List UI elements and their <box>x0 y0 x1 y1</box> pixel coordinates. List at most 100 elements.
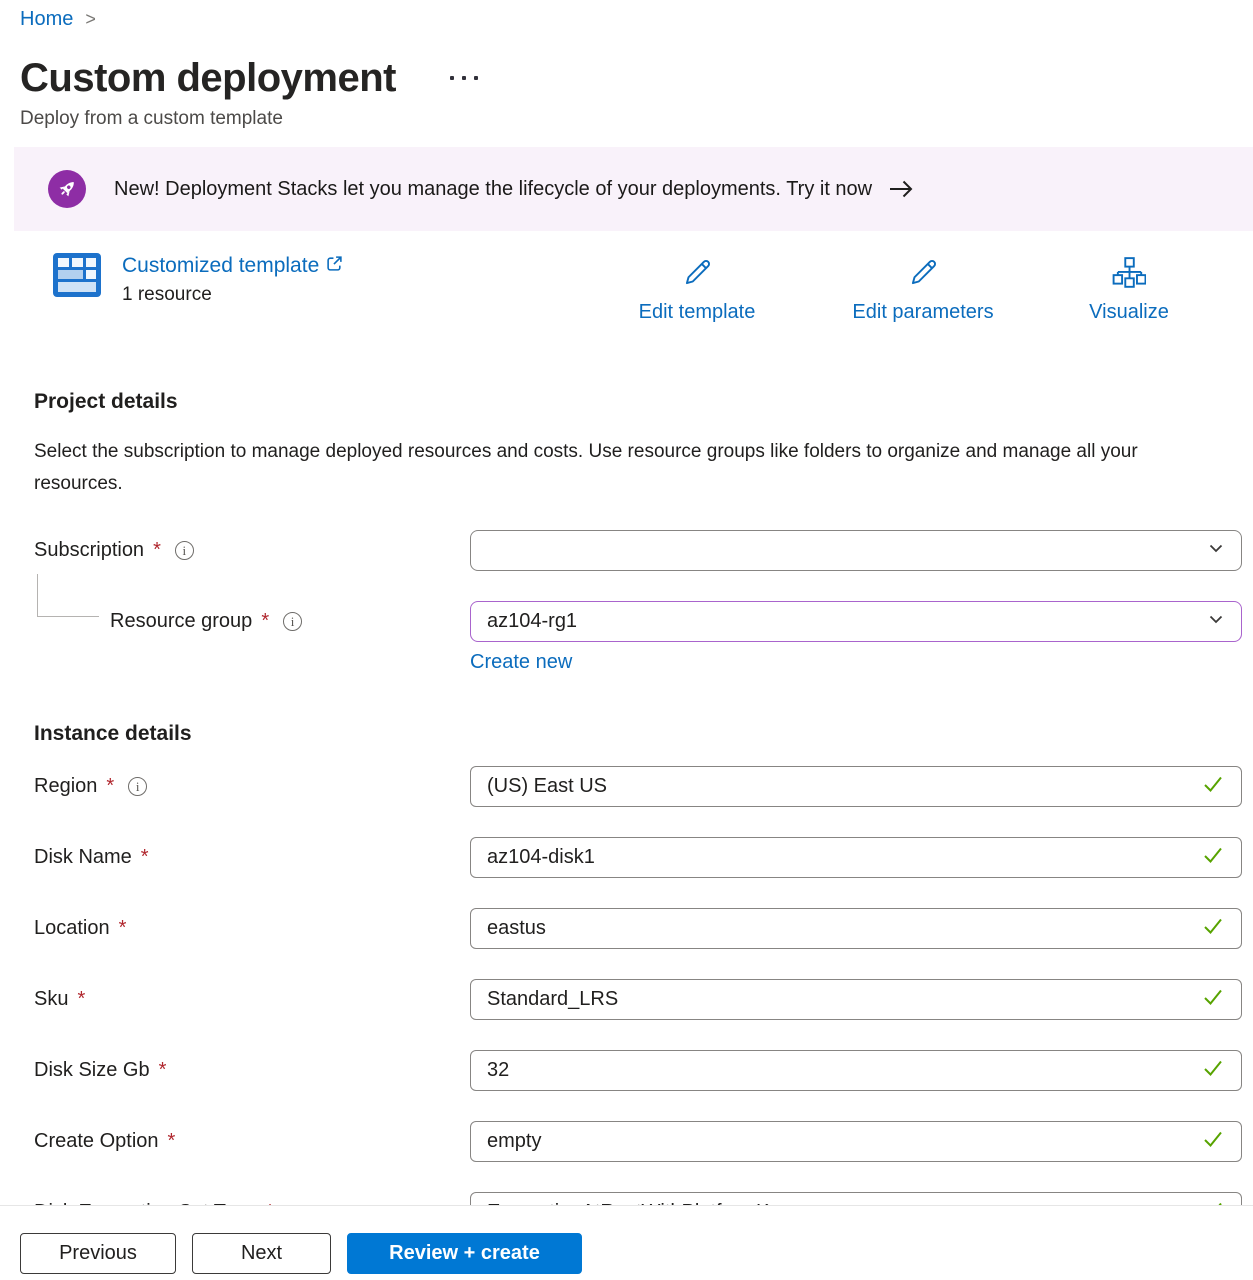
breadcrumb: Home > <box>20 8 1253 31</box>
arrow-right-icon <box>888 177 914 201</box>
create-option-input[interactable]: empty <box>470 1121 1242 1162</box>
instance-fields: Region * i (US) East US Disk Name * az104-disk… <box>34 766 1253 1205</box>
resource-group-label-cell: Resource group * i <box>34 610 470 633</box>
edit-parameters-button[interactable]: Edit parameters <box>833 256 1013 324</box>
visualize-button[interactable]: Visualize <box>1069 256 1189 324</box>
create-option-label-cell: Create Option * <box>34 1130 470 1153</box>
customized-template-link[interactable]: Customized template <box>122 253 343 279</box>
project-details-heading: Project details <box>34 390 1253 414</box>
create-new-link[interactable]: Create new <box>470 651 572 673</box>
chevron-down-icon <box>1207 539 1225 563</box>
input-value: az104-disk1 <box>487 846 1201 869</box>
region-label-cell: Region * i <box>34 775 470 798</box>
subscription-row: Subscription * i <box>34 530 1253 571</box>
valid-check-icon <box>1201 914 1225 944</box>
chevron-right-icon: > <box>85 9 96 30</box>
disk-name-label-cell: Disk Name * <box>34 846 470 869</box>
required-asterisk: * <box>77 988 85 1011</box>
subscription-label-cell: Subscription * i <box>34 539 470 562</box>
create-option-row: Create Option * empty <box>34 1121 1253 1162</box>
subscription-dropdown[interactable] <box>470 530 1242 571</box>
disk-size-gb-label-cell: Disk Size Gb * <box>34 1059 470 1082</box>
action-label: Visualize <box>1089 301 1169 324</box>
review-create-button[interactable]: Review + create <box>347 1233 582 1274</box>
chevron-down-icon <box>1207 610 1225 634</box>
region-row: Region * i (US) East US <box>34 766 1253 807</box>
action-label: Edit template <box>639 301 756 324</box>
title-row: Custom deployment <box>20 55 1253 101</box>
disk-name-input[interactable]: az104-disk1 <box>470 837 1242 878</box>
template-icon <box>52 252 102 306</box>
org-chart-icon <box>1112 256 1146 296</box>
input-value: 32 <box>487 1059 1201 1082</box>
field-label: Disk Name <box>34 846 132 869</box>
field-label: Disk Size Gb <box>34 1059 150 1082</box>
info-icon[interactable]: i <box>283 612 302 631</box>
required-asterisk: * <box>261 610 269 633</box>
more-menu-button[interactable] <box>448 70 480 86</box>
next-button[interactable]: Next <box>192 1233 331 1274</box>
input-value: (US) East US <box>487 775 1201 798</box>
template-text: Customized template 1 resource <box>122 252 343 306</box>
sku-row: Sku * Standard_LRS <box>34 979 1253 1020</box>
page-title: Custom deployment <box>20 55 396 101</box>
disk-name-row: Disk Name * az104-disk1 <box>34 837 1253 878</box>
required-asterisk: * <box>141 846 149 869</box>
resource-group-value: az104-rg1 <box>487 610 577 633</box>
resource-group-dropdown[interactable]: az104-rg1 <box>470 601 1242 642</box>
template-info: Customized template 1 resource <box>52 252 343 306</box>
resource-count: 1 resource <box>122 284 343 306</box>
required-asterisk: * <box>153 539 161 562</box>
location-row: Location * eastus <box>34 908 1253 949</box>
field-label: Location <box>34 917 110 940</box>
project-description: Select the subscription to manage deploy… <box>34 436 1184 500</box>
pencil-icon <box>906 256 940 296</box>
valid-check-icon <box>1201 1056 1225 1086</box>
breadcrumb-home-link[interactable]: Home <box>20 8 73 31</box>
template-actions: Edit template Edit parameters <box>617 256 1189 324</box>
subscription-label: Subscription <box>34 539 144 562</box>
valid-check-icon <box>1201 772 1225 802</box>
disk-encryption-set-type-input[interactable]: EncryptionAtRestWithPlatformKey <box>470 1192 1242 1205</box>
template-link-label: Customized template <box>122 253 319 279</box>
location-input[interactable]: eastus <box>470 908 1242 949</box>
resource-group-label: Resource group <box>110 610 252 633</box>
external-link-icon <box>326 253 343 279</box>
footer-action-bar: Previous Next Review + create <box>0 1205 1253 1280</box>
input-value: Standard_LRS <box>487 988 1201 1011</box>
instance-details-heading: Instance details <box>34 722 1253 746</box>
required-asterisk: * <box>168 1130 176 1153</box>
info-icon[interactable]: i <box>128 777 147 796</box>
banner-text: New! Deployment Stacks let you manage th… <box>114 178 872 201</box>
required-asterisk: * <box>159 1059 167 1082</box>
required-asterisk: * <box>119 917 127 940</box>
page-content: Home > Custom deployment Deploy from a c… <box>0 0 1253 1205</box>
sku-label-cell: Sku * <box>34 988 470 1011</box>
hierarchy-connector <box>37 574 99 617</box>
location-label-cell: Location * <box>34 917 470 940</box>
input-value: empty <box>487 1130 1201 1153</box>
action-label: Edit parameters <box>852 301 993 324</box>
deployment-form: Project details Select the subscription … <box>34 390 1253 1205</box>
pencil-icon <box>680 256 714 296</box>
page-subtitle: Deploy from a custom template <box>20 108 1253 130</box>
edit-template-button[interactable]: Edit template <box>617 256 777 324</box>
previous-button[interactable]: Previous <box>20 1233 176 1274</box>
resource-group-row: Resource group * i az104-rg1 <box>34 601 1253 642</box>
region-input[interactable]: (US) East US <box>470 766 1242 807</box>
valid-check-icon <box>1201 1198 1225 1206</box>
disk-size-gb-input[interactable]: 32 <box>470 1050 1242 1091</box>
field-label: Create Option <box>34 1130 159 1153</box>
field-label: Region <box>34 775 97 798</box>
valid-check-icon <box>1201 843 1225 873</box>
create-new-row: Create new <box>470 651 1253 674</box>
disk-encryption-set-type-row: Disk Encryption Set Type*EncryptionAtRes… <box>34 1192 1253 1205</box>
info-icon[interactable]: i <box>175 541 194 560</box>
template-row: Customized template 1 resource <box>52 252 1253 324</box>
deployment-stacks-banner[interactable]: New! Deployment Stacks let you manage th… <box>14 147 1253 231</box>
field-label: Sku <box>34 988 68 1011</box>
sku-input[interactable]: Standard_LRS <box>470 979 1242 1020</box>
disk-size-gb-row: Disk Size Gb * 32 <box>34 1050 1253 1091</box>
required-asterisk: * <box>106 775 114 798</box>
valid-check-icon <box>1201 1127 1225 1157</box>
